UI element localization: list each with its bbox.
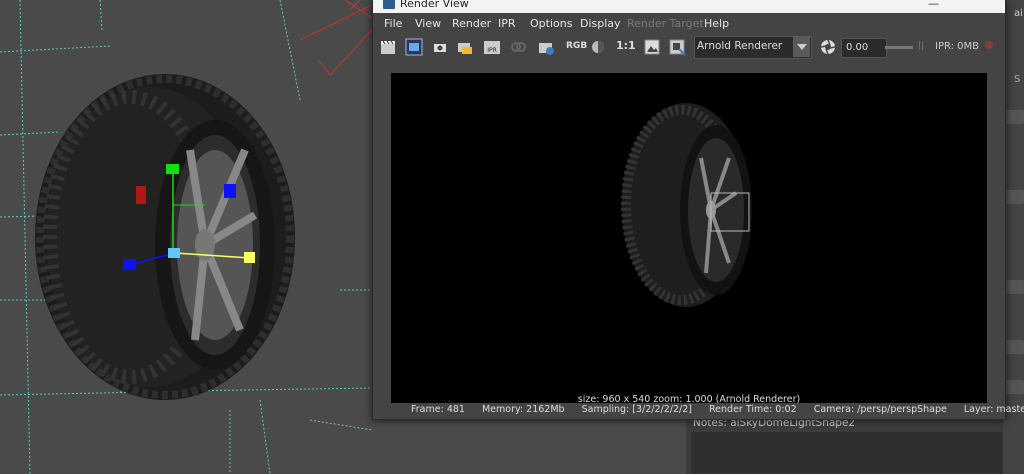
ipr-memory-label: IPR: 0MB	[935, 41, 980, 52]
panel-tab[interactable]	[1005, 340, 1024, 354]
render-frame-icon[interactable]	[379, 38, 397, 56]
frame-number: Frame: 481	[411, 404, 465, 415]
display-settings-icon[interactable]	[668, 38, 686, 56]
rendered-wheel	[621, 103, 752, 307]
aperture-icon[interactable]	[819, 38, 837, 56]
render-sequence-icon[interactable]	[456, 38, 474, 56]
camera-frustum	[299, 0, 373, 76]
panel-tab[interactable]	[1005, 280, 1024, 294]
exposure-slider[interactable]	[885, 46, 913, 49]
pause-ipr-button[interactable]: ||	[918, 41, 924, 51]
display-image-icon[interactable]	[643, 38, 661, 56]
render-view-icon	[383, 0, 395, 9]
rgb-channel-button[interactable]: RGB	[566, 41, 587, 51]
layer-name: Layer: masterLayer	[963, 404, 1024, 415]
menu-ipr[interactable]: IPR	[498, 17, 516, 30]
chevron-down-icon[interactable]	[793, 36, 810, 57]
svg-text:IPR: IPR	[487, 47, 497, 54]
snapshot-icon[interactable]	[431, 38, 449, 56]
window-title: Render View	[400, 0, 469, 10]
render-status-line: Frame: 481 Memory: 2162Mb Sampling: [3/2…	[411, 404, 1024, 415]
menu-file[interactable]: File	[384, 17, 402, 30]
menu-render[interactable]: Render	[452, 17, 491, 30]
render-view-window: Render View — File View Render IPR Optio…	[372, 0, 1024, 420]
camera-name: Camera: /persp/perspShape	[813, 404, 947, 415]
minimize-button[interactable]: —	[928, 0, 939, 10]
render-settings-icon[interactable]	[537, 38, 555, 56]
sampling-info: Sampling: [3/2/2/2/2/2]	[581, 404, 692, 415]
renderer-selected-value: Arnold Renderer	[697, 40, 783, 52]
ipr-render-icon[interactable]: IPR	[483, 38, 501, 56]
menu-view[interactable]: View	[415, 17, 441, 30]
exposure-input[interactable]: 0.00	[841, 38, 887, 58]
side-panel-label: ai	[1014, 8, 1023, 19]
menu-render-target[interactable]: Render Target	[627, 17, 704, 30]
render-time: Render Time: 0:02	[709, 404, 797, 415]
real-size-button[interactable]: 1:1	[616, 39, 636, 52]
panel-tab[interactable]	[1005, 190, 1024, 204]
attribute-editor-panel	[1003, 0, 1024, 474]
menu-help[interactable]: Help	[704, 17, 729, 30]
panel-tab[interactable]	[1005, 110, 1024, 124]
notes-field[interactable]	[691, 432, 1003, 474]
render-region-icon[interactable]	[405, 38, 423, 56]
menu-display[interactable]: Display	[580, 17, 621, 30]
menu-options[interactable]: Options	[530, 17, 572, 30]
wheel-model[interactable]	[35, 74, 295, 400]
side-panel-label: S	[1014, 74, 1021, 85]
rendered-image	[621, 103, 752, 307]
memory-usage: Memory: 2162Mb	[481, 404, 565, 415]
stop-render-icon[interactable]	[985, 41, 993, 49]
ipr-region-icon[interactable]	[509, 38, 527, 56]
render-canvas[interactable]	[391, 73, 987, 403]
panel-tab[interactable]	[1005, 380, 1024, 394]
alpha-channel-icon[interactable]	[589, 38, 607, 56]
